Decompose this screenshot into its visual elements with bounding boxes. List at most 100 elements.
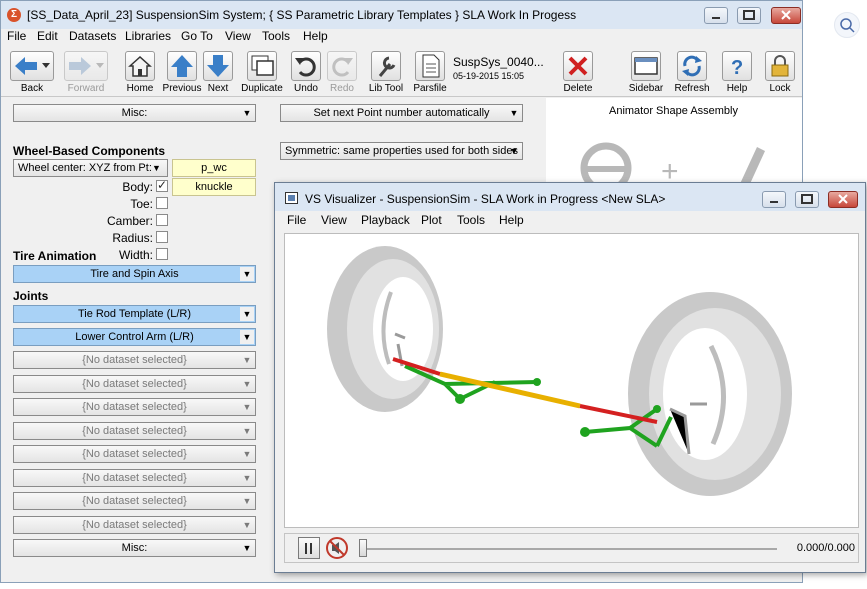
lib-tool-button[interactable]: Lib Tool <box>361 49 411 95</box>
forward-button[interactable]: Forward <box>59 49 113 95</box>
right-tire <box>628 292 792 496</box>
visualizer-title-bar: VS Visualizer - SuspensionSim - SLA Work… <box>275 183 865 211</box>
menu-file[interactable]: File <box>7 29 26 43</box>
time-slider-thumb[interactable] <box>359 539 367 557</box>
tire-animation-combo[interactable]: Tire and Spin Axis ▼ <box>13 265 256 283</box>
menu-datasets[interactable]: Datasets <box>69 29 116 43</box>
chevron-down-icon: ▼ <box>242 520 252 530</box>
chevron-down-icon: ▼ <box>242 543 252 553</box>
search-lens-button[interactable] <box>834 12 860 38</box>
joint-combo-empty[interactable]: {No dataset selected} ▼ <box>13 398 256 416</box>
chevron-down-icon: ▼ <box>242 402 252 412</box>
time-slider-track[interactable] <box>359 548 777 550</box>
visualizer-app-icon <box>285 192 298 204</box>
viz-menu-file[interactable]: File <box>287 213 306 227</box>
symmetric-combo[interactable]: Symmetric: same properties used for both… <box>280 142 523 160</box>
time-readout: 0.000/0.000 <box>796 542 855 554</box>
misc-top-combo[interactable]: Misc: ▼ <box>13 104 256 122</box>
visualizer-minimize-button[interactable] <box>762 191 786 208</box>
viz-menu-view[interactable]: View <box>321 213 347 227</box>
minimize-button[interactable] <box>704 7 728 24</box>
joint-combo-empty[interactable]: {No dataset selected} ▼ <box>13 492 256 510</box>
joint-combo-empty[interactable]: {No dataset selected} ▼ <box>13 445 256 463</box>
visualizer-title: VS Visualizer - SuspensionSim - SLA Work… <box>305 192 666 206</box>
viz-menu-playback[interactable]: Playback <box>361 213 410 227</box>
menu-libraries[interactable]: Libraries <box>125 29 171 43</box>
menu-tools[interactable]: Tools <box>262 29 290 43</box>
chevron-down-icon: ▼ <box>242 108 252 118</box>
animator-title: Animator Shape Assembly <box>608 105 738 117</box>
next-button[interactable]: Next <box>193 49 243 95</box>
joint-combo-empty[interactable]: {No dataset selected} ▼ <box>13 422 256 440</box>
wheel-center-combo[interactable]: Wheel center: XYZ from Pt: ▼ <box>13 159 168 177</box>
menu-view[interactable]: View <box>225 29 251 43</box>
chevron-down-icon: ▼ <box>242 496 252 506</box>
maximize-button[interactable] <box>737 7 761 24</box>
viz-menu-tools[interactable]: Tools <box>457 213 485 227</box>
back-arrow-icon <box>10 51 54 81</box>
joint-combo-empty[interactable]: {No dataset selected} ▼ <box>13 375 256 393</box>
visualizer-close-button[interactable] <box>828 191 858 208</box>
menu-help[interactable]: Help <box>303 29 328 43</box>
body-checkbox[interactable] <box>156 178 168 192</box>
mute-button[interactable] <box>325 537 349 559</box>
close-button[interactable] <box>771 7 801 24</box>
delete-x-icon <box>563 51 593 81</box>
refresh-button[interactable]: Refresh <box>667 49 717 95</box>
mute-speaker-icon <box>326 537 348 559</box>
lock-button[interactable]: Lock <box>755 49 805 95</box>
dataset-date: 05-19-2015 15:05 <box>453 71 525 81</box>
refresh-icon <box>677 51 707 81</box>
chevron-down-icon: ▼ <box>509 108 519 118</box>
width-label: Width: <box>118 248 153 262</box>
joint-combo-empty[interactable]: {No dataset selected} ▼ <box>13 516 256 534</box>
visualizer-canvas[interactable] <box>284 233 859 528</box>
menu-edit[interactable]: Edit <box>37 29 58 43</box>
redo-button[interactable]: Redo <box>317 49 367 95</box>
redo-icon <box>327 51 357 81</box>
joint-combo-1[interactable]: Tie Rod Template (L/R) ▼ <box>13 305 256 323</box>
camber-checkbox[interactable] <box>156 214 168 226</box>
width-checkbox[interactable] <box>156 248 168 260</box>
viz-menu-plot[interactable]: Plot <box>421 213 442 227</box>
down-arrow-icon <box>203 51 233 81</box>
minimize-icon <box>770 201 778 203</box>
toolbar: Back Forward Home Previous Next Duplicat… <box>1 47 802 97</box>
joints-heading: Joints <box>13 289 49 303</box>
chevron-down-icon: ▼ <box>242 355 252 365</box>
wheel-center-field[interactable]: p_wc <box>172 159 256 177</box>
chevron-down-icon: ▼ <box>242 426 252 436</box>
menu-goto[interactable]: Go To <box>181 29 213 43</box>
parsfile-button[interactable]: Parsfile <box>405 49 455 95</box>
delete-button[interactable]: Delete <box>553 49 603 95</box>
chevron-down-icon: ▼ <box>242 379 252 389</box>
maximize-icon <box>801 194 813 204</box>
search-icon <box>840 18 855 33</box>
lock-icon <box>765 51 795 81</box>
playback-controls: 0.000/0.000 <box>284 533 859 563</box>
radius-checkbox[interactable] <box>156 231 168 243</box>
joint-combo-2[interactable]: Lower Control Arm (L/R) ▼ <box>13 328 256 346</box>
pause-icon <box>305 543 312 554</box>
joint-combo-empty[interactable]: {No dataset selected} ▼ <box>13 469 256 487</box>
chevron-down-icon: ▼ <box>240 267 254 281</box>
wheel-components-heading: Wheel-Based Components <box>13 144 166 158</box>
misc-bottom-combo[interactable]: Misc: ▼ <box>13 539 256 557</box>
back-button[interactable]: Back <box>6 49 58 95</box>
wrench-icon <box>371 51 401 81</box>
chevron-down-icon: ▼ <box>242 473 252 483</box>
joint-combo-empty[interactable]: {No dataset selected} ▼ <box>13 351 256 369</box>
document-icon <box>415 51 445 81</box>
duplicate-button[interactable]: Duplicate <box>237 49 287 95</box>
viz-menu-help[interactable]: Help <box>499 213 524 227</box>
visualizer-maximize-button[interactable] <box>795 191 819 208</box>
close-icon <box>838 194 848 204</box>
point-number-combo[interactable]: Set next Point number automatically ▼ <box>280 104 523 122</box>
camber-label: Camber: <box>106 214 153 228</box>
body-field[interactable]: knuckle <box>172 178 256 196</box>
tire-animation-heading: Tire Animation <box>13 249 97 263</box>
toe-checkbox[interactable] <box>156 197 168 209</box>
sidebar-button[interactable]: Sidebar <box>621 49 671 95</box>
toe-label: Toe: <box>130 197 153 211</box>
pause-button[interactable] <box>298 537 320 559</box>
